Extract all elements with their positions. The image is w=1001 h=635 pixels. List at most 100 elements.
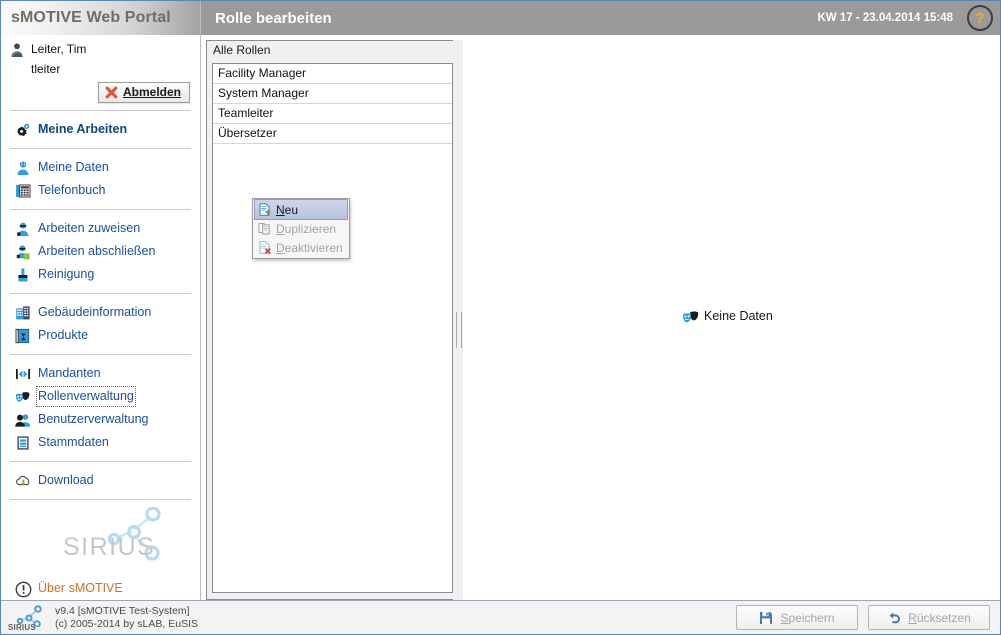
context-menu-label: Deaktivieren	[276, 241, 343, 255]
divider	[10, 110, 191, 111]
sidebar: Leiter, Tim tleiter Abmelden Meine Arbei…	[1, 35, 201, 600]
context-menu-item-deaktivieren[interactable]: Deaktivieren	[254, 238, 348, 257]
page-title: Rolle bearbeiten	[215, 9, 332, 27]
divider	[10, 461, 191, 462]
sidebar-item-download[interactable]: Download	[1, 469, 200, 492]
nav-group: Gebäudeinformation Produkte	[1, 301, 200, 347]
roles-masks-icon	[682, 308, 699, 324]
worker-complete-icon	[15, 244, 31, 260]
nav-group: Meine Daten Telefonbuch	[1, 156, 200, 202]
sidebar-item-stammdaten[interactable]: Stammdaten	[1, 431, 200, 454]
sidebar-item-label: Meine Daten	[38, 160, 109, 174]
nav-group: Mandanten Rollenverwaltung Benutzerverwa…	[1, 362, 200, 454]
user-data-icon	[15, 160, 31, 176]
nav-group: Download	[1, 469, 200, 492]
save-button[interactable]: Speichern	[736, 605, 858, 630]
logout-row: Abmelden	[9, 82, 192, 103]
sidebar-item-label: Stammdaten	[38, 435, 109, 449]
roles-list-title: Alle Rollen	[207, 41, 458, 60]
accel-letter: D	[276, 221, 285, 236]
list-item[interactable]: System Manager	[213, 84, 452, 104]
users-icon	[15, 412, 31, 428]
sidebar-item-meine-daten[interactable]: Meine Daten	[1, 156, 200, 179]
logout-button[interactable]: Abmelden	[97, 82, 190, 103]
sidebar-item-benutzerverwaltung[interactable]: Benutzerverwaltung	[1, 408, 200, 431]
list-item[interactable]: Facility Manager	[213, 64, 452, 84]
help-glyph: ?	[975, 9, 985, 27]
label-rest: uplizieren	[284, 221, 337, 236]
sidebar-item-label: Rollenverwaltung	[36, 386, 136, 407]
accel-letter: D	[276, 240, 285, 255]
sidebar-item-reinigung[interactable]: Reinigung	[1, 263, 200, 286]
building-icon	[15, 305, 31, 321]
empty-state-label: Keine Daten	[704, 309, 773, 323]
sidebar-item-ueber-smotive[interactable]: Über sMOTIVE	[1, 577, 200, 600]
sidebar-item-label: Gebäudeinformation	[38, 305, 152, 319]
context-menu-label: Neu	[276, 203, 298, 217]
sidebar-item-produkte[interactable]: Produkte	[1, 324, 200, 347]
reset-label: Rücksetzen	[908, 611, 971, 625]
info-icon	[15, 581, 32, 597]
deactivate-document-icon	[258, 241, 271, 254]
sidebar-item-label: Reinigung	[38, 267, 95, 281]
brand-area: sMOTIVE Web Portal	[1, 1, 201, 35]
sidebar-item-arbeiten-zuweisen[interactable]: Arbeiten zuweisen	[1, 217, 200, 240]
user-row: Leiter, Tim	[9, 42, 192, 58]
sirius-wordmark: SIRIUS	[63, 533, 156, 561]
sidebar-item-label: Benutzerverwaltung	[38, 412, 149, 426]
reset-button[interactable]: Rücksetzen	[868, 605, 990, 630]
empty-state: Keine Daten	[682, 308, 773, 324]
accel-letter: R	[908, 610, 917, 625]
sidebar-item-gebaeudeinformation[interactable]: Gebäudeinformation	[1, 301, 200, 324]
sidebar-item-arbeiten-abschliessen[interactable]: Arbeiten abschließen	[1, 240, 200, 263]
new-document-icon	[258, 203, 271, 216]
footer-logo-word: SIRIUS	[8, 622, 36, 632]
copy-document-icon	[258, 222, 271, 235]
label-rest: peichern	[788, 610, 835, 625]
accel-letter: N	[276, 202, 285, 217]
user-login: tleiter	[31, 62, 61, 76]
list-item[interactable]: Übersetzer	[213, 124, 452, 144]
sidebar-item-meine-arbeiten[interactable]: Meine Arbeiten	[1, 118, 200, 141]
divider	[10, 148, 191, 149]
label-rest: ücksetzen	[916, 610, 971, 625]
masterdata-icon	[15, 435, 31, 451]
app-footer: SIRIUS v9.4 [sMOTIVE Test-System] (c) 20…	[1, 600, 1000, 634]
copyright-line: (c) 2005-2014 by sLAB, EuSIS	[55, 617, 198, 630]
brand-title: sMOTIVE Web Portal	[11, 9, 171, 26]
roles-list-panel: Alle Rollen Facility Manager System Mana…	[206, 40, 459, 600]
cleaning-icon	[15, 267, 31, 283]
divider	[10, 209, 191, 210]
help-icon[interactable]: ?	[967, 5, 993, 31]
phonebook-icon	[15, 183, 31, 199]
clock-label: KW 17 - 23.04.2014 15:48	[817, 12, 953, 24]
app-header: sMOTIVE Web Portal Rolle bearbeiten KW 1…	[1, 1, 1000, 35]
roles-masks-icon	[15, 389, 31, 405]
user-avatar-icon	[9, 42, 25, 58]
nav-group: Meine Arbeiten	[1, 118, 200, 141]
list-item[interactable]: Teamleiter	[213, 104, 452, 124]
gears-icon	[15, 122, 31, 138]
sidebar-item-label: Produkte	[38, 328, 89, 342]
sidebar-item-mandanten[interactable]: Mandanten	[1, 362, 200, 385]
sidebar-item-telefonbuch[interactable]: Telefonbuch	[1, 179, 200, 202]
user-name: Leiter, Tim	[31, 42, 87, 56]
worker-assign-icon	[15, 221, 31, 237]
version-line: v9.4 [sMOTIVE Test-System]	[55, 604, 190, 617]
footer-sirius-logo: SIRIUS	[7, 603, 51, 633]
panel-splitter[interactable]	[453, 40, 463, 600]
roles-list-box[interactable]: Facility Manager System Manager Teamleit…	[212, 63, 453, 593]
application-window: sMOTIVE Web Portal Rolle bearbeiten KW 1…	[0, 0, 1001, 635]
divider	[10, 499, 191, 500]
sidebar-item-label: Arbeiten abschließen	[38, 244, 156, 258]
save-label: Speichern	[780, 611, 834, 625]
sidebar-item-rollenverwaltung[interactable]: Rollenverwaltung	[1, 385, 200, 408]
user-block: Leiter, Tim tleiter Abmelden	[1, 35, 200, 103]
context-menu-item-duplizieren[interactable]: Duplizieren	[254, 219, 348, 238]
sidebar-item-label: Download	[38, 473, 94, 487]
nav-group: Arbeiten zuweisen Arbeiten abschließen R…	[1, 217, 200, 286]
detail-content-area: Keine Daten	[464, 36, 999, 598]
sidebar-item-label: Arbeiten zuweisen	[38, 221, 141, 235]
context-menu-item-neu[interactable]: Neu	[254, 199, 348, 220]
footer-version-block: v9.4 [sMOTIVE Test-System] (c) 2005-2014…	[55, 605, 198, 631]
